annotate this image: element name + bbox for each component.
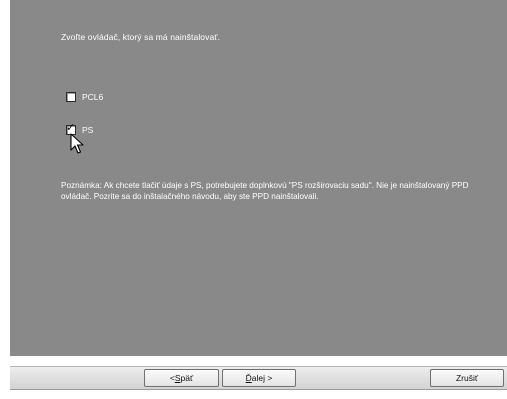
button-bar: < Späť Ďalej > Zrušiť — [10, 356, 507, 399]
cancel-button[interactable]: Zrušiť — [430, 369, 504, 387]
installer-dialog: Zvoľte ovládač, ktorý sa má nainštalovať… — [10, 0, 507, 399]
arrow-pointer-icon — [70, 133, 84, 154]
note-text: Poznámka: Ak chcete tlačiť údaje s PS, p… — [61, 181, 469, 201]
pcl6-option[interactable]: PCL6 — [66, 91, 103, 103]
pcl6-checkbox[interactable] — [66, 92, 76, 102]
back-button[interactable]: < Späť — [144, 369, 219, 387]
back-button-rest: päť — [180, 373, 194, 383]
cancel-button-label: Zrušiť — [455, 373, 479, 383]
instruction-text: Zvoľte ovládač, ktorý sa má nainštalovať… — [61, 32, 221, 42]
next-button[interactable]: Ďalej > — [222, 369, 296, 387]
content-panel: Zvoľte ovládač, ktorý sa má nainštalovať… — [10, 0, 507, 356]
pcl6-label: PCL6 — [82, 92, 104, 102]
next-button-rest: alej > — [251, 373, 273, 383]
